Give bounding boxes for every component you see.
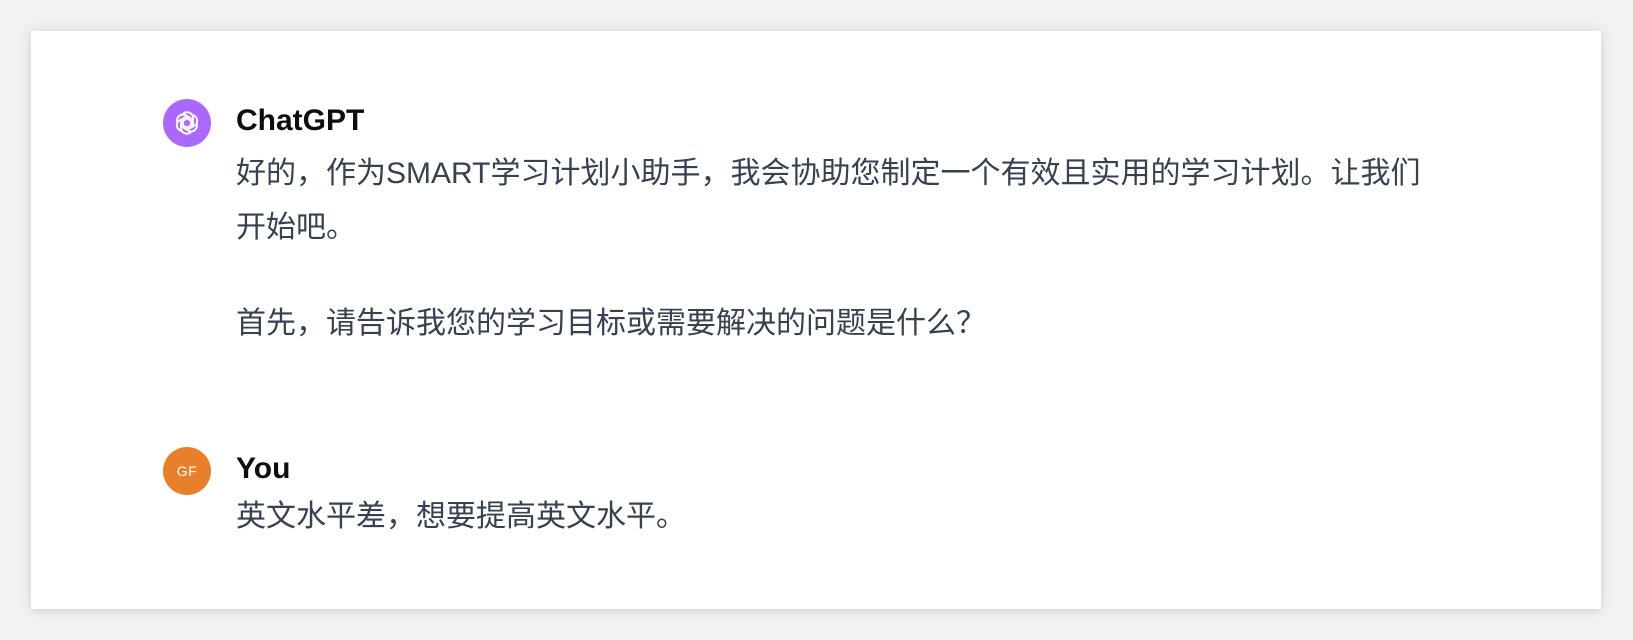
conversation-panel: ChatGPT 好的，作为SMART学习计划小助手，我会协助您制定一个有效且实用…	[31, 31, 1601, 609]
assistant-message-body: ChatGPT 好的，作为SMART学习计划小助手，我会协助您制定一个有效且实用…	[236, 99, 1441, 351]
user-author-name: You	[236, 452, 291, 485]
assistant-message-paragraph: 首先，请告诉我您的学习目标或需要解决的问题是什么？	[236, 307, 986, 340]
assistant-message-paragraph: 好的，作为SMART学习计划小助手，我会协助您制定一个有效且实用的学习计划。让我…	[236, 157, 1421, 244]
assistant-avatar	[163, 99, 211, 147]
assistant-author-name: ChatGPT	[236, 104, 365, 137]
user-message-paragraph: 英文水平差，想要提高英文水平。	[236, 500, 686, 533]
user-avatar: GF	[163, 447, 211, 495]
user-message-body: You 英文水平差，想要提高英文水平。	[236, 447, 1441, 545]
openai-logo-icon	[175, 111, 199, 135]
